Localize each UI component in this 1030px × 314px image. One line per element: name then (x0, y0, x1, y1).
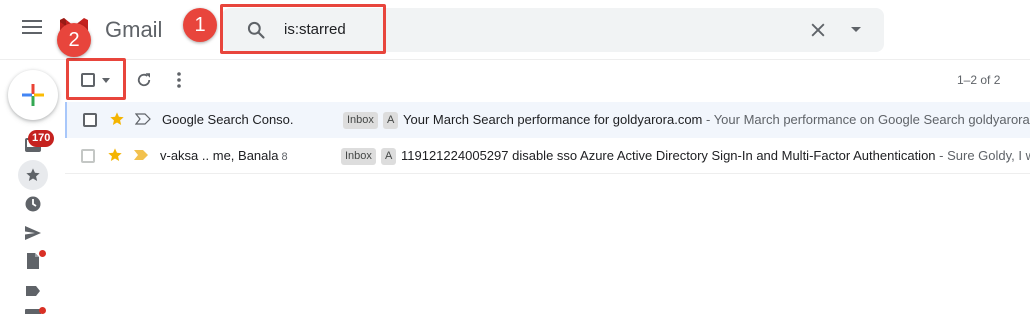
search-input[interactable]: is:starred (284, 21, 346, 38)
more-vert-icon[interactable] (170, 70, 188, 90)
drafts-notification-dot (39, 250, 46, 257)
refresh-icon[interactable] (135, 71, 153, 89)
label-chip-inbox[interactable]: Inbox (343, 112, 378, 129)
email-row[interactable]: v-aksa .. me, Banala 8 Inbox A 1191212240… (65, 138, 1030, 174)
clock-icon[interactable] (23, 194, 43, 214)
close-icon[interactable] (808, 20, 828, 40)
select-highlight-box (66, 58, 126, 100)
select-all-checkbox[interactable] (81, 73, 95, 87)
compose-button[interactable] (8, 70, 58, 120)
star-icon (26, 168, 40, 181)
pagination-info: 1–2 of 2 (957, 73, 1001, 87)
menu-icon[interactable] (22, 20, 42, 36)
row-checkbox[interactable] (81, 149, 95, 163)
sender-name: Google Search Conso. (162, 112, 294, 127)
star-icon[interactable] (109, 111, 125, 127)
importance-icon[interactable] (135, 113, 151, 125)
top-bar: Gmail is:starred (0, 0, 1030, 60)
thread-count: 8 (281, 151, 288, 163)
subject-snippet: Your March Search performance for goldya… (403, 112, 1030, 127)
unread-count-badge: 170 (28, 130, 55, 147)
search-bar[interactable]: is:starred (222, 8, 884, 52)
label-chip-a[interactable]: A (381, 148, 397, 165)
sender-text: v-aksa .. me, Banala (160, 148, 279, 163)
chevron-down-icon[interactable] (102, 78, 110, 83)
email-snippet: - Your March performance on Google Searc… (702, 112, 1030, 127)
email-snippet: - Sure Goldy, I w (935, 148, 1030, 163)
app-name: Gmail (105, 17, 163, 42)
search-icon[interactable] (246, 20, 266, 40)
email-subject: Your March Search performance for goldya… (403, 112, 703, 127)
send-icon[interactable] (23, 223, 43, 243)
label-chip-a[interactable]: A (383, 112, 399, 129)
label-chip-inbox[interactable]: Inbox (341, 148, 376, 165)
more-notification-dot (39, 307, 46, 314)
step-2-badge: 2 (57, 23, 91, 57)
subject-snippet: 119121224005297 disable sso Azure Active… (401, 148, 1030, 163)
nav-starred[interactable] (18, 160, 48, 190)
email-row[interactable]: Google Search Conso. Inbox A Your March … (65, 102, 1030, 138)
row-checkbox[interactable] (83, 113, 97, 127)
label-icon[interactable] (23, 281, 43, 301)
step-1-badge: 1 (183, 8, 217, 42)
chevron-down-icon[interactable] (850, 26, 862, 34)
sender-name: v-aksa .. me, Banala 8 (160, 148, 288, 163)
email-subject: 119121224005297 disable sso Azure Active… (401, 148, 936, 163)
importance-icon[interactable] (133, 149, 149, 161)
star-icon[interactable] (107, 147, 123, 163)
plus-icon (22, 84, 44, 106)
